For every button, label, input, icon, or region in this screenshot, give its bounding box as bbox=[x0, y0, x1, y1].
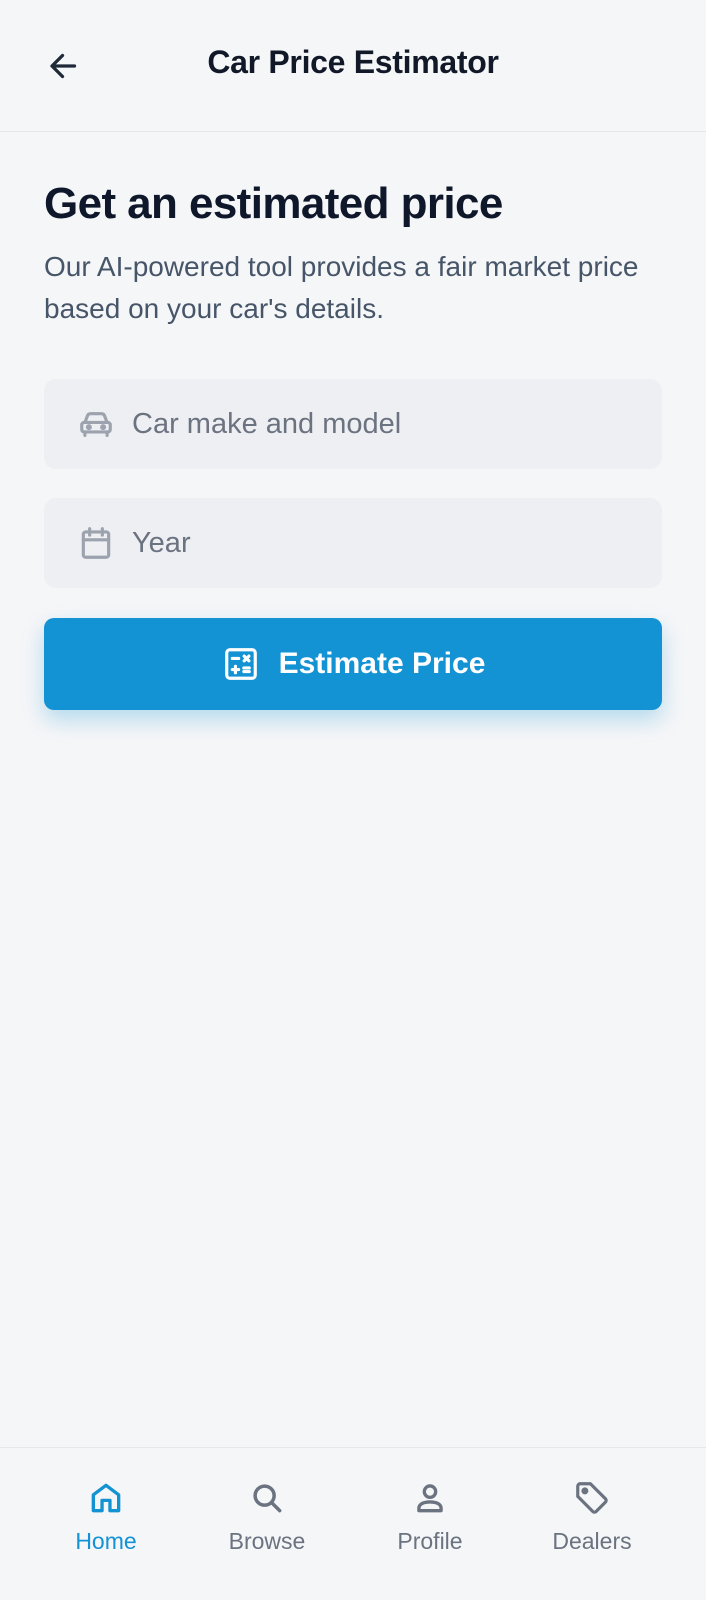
calculator-icon bbox=[221, 644, 261, 684]
nav-item-dealers[interactable]: Dealers bbox=[527, 1478, 657, 1568]
top-app-bar: Car Price Estimator bbox=[0, 0, 706, 132]
car-make-model-input[interactable] bbox=[132, 407, 632, 441]
nav-item-browse[interactable]: Browse bbox=[202, 1478, 332, 1568]
search-icon bbox=[247, 1478, 287, 1518]
home-icon bbox=[86, 1478, 126, 1518]
car-icon bbox=[76, 404, 116, 444]
calendar-icon bbox=[76, 523, 116, 563]
intro-section: Get an estimated price Our AI-powered to… bbox=[44, 176, 662, 330]
bottom-navigation: Home Browse Profile Dealers bbox=[0, 1447, 706, 1600]
estimate-price-label: Estimate Price bbox=[278, 647, 486, 680]
headline: Get an estimated price bbox=[44, 179, 503, 228]
tag-icon bbox=[572, 1478, 612, 1518]
app-screen: Car Price Estimator Get an estimated pri… bbox=[0, 0, 706, 1600]
user-icon bbox=[410, 1478, 450, 1518]
nav-item-home[interactable]: Home bbox=[41, 1478, 171, 1568]
estimate-price-button[interactable]: Estimate Price bbox=[44, 618, 662, 710]
nav-item-profile[interactable]: Profile bbox=[365, 1478, 495, 1568]
year-input[interactable] bbox=[132, 526, 632, 560]
year-field[interactable] bbox=[44, 498, 662, 588]
nav-label-browse: Browse bbox=[228, 1528, 306, 1554]
description-text: Our AI-powered tool provides a fair mark… bbox=[44, 251, 639, 324]
nav-label-profile: Profile bbox=[397, 1528, 463, 1554]
nav-label-home: Home bbox=[75, 1528, 137, 1554]
car-make-model-field[interactable] bbox=[44, 379, 662, 469]
page-title: Car Price Estimator bbox=[207, 44, 499, 80]
nav-label-dealers: Dealers bbox=[552, 1528, 632, 1554]
